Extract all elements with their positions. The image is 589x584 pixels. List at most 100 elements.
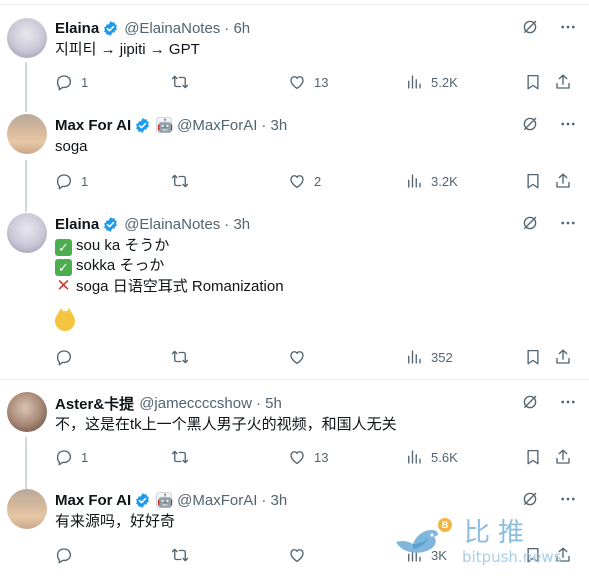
author-handle[interactable]: @MaxForAI <box>177 492 257 509</box>
tweet-4[interactable]: Aster&卡提 @jameccccshow · 5h 不，这是在tk上一个黑人… <box>0 381 589 487</box>
like-count: 2 <box>314 173 322 189</box>
share-button[interactable] <box>554 348 572 366</box>
tweet-text-line: ✓ sou ka そうか <box>55 236 581 256</box>
views-icon <box>405 546 423 564</box>
like-button[interactable]: 2 <box>288 172 321 190</box>
share-button[interactable] <box>554 546 572 564</box>
bookmark-button[interactable] <box>524 448 542 466</box>
like-button[interactable] <box>288 546 306 564</box>
more-icon[interactable] <box>559 115 577 133</box>
author-name[interactable]: Elaina <box>55 216 99 233</box>
like-button[interactable] <box>288 348 306 366</box>
author-name[interactable]: Aster&卡提 <box>55 393 134 414</box>
more-icon[interactable] <box>559 490 577 508</box>
bookmark-button[interactable] <box>524 546 542 564</box>
retweet-button[interactable] <box>171 448 189 466</box>
author-handle[interactable]: @ElainaNotes <box>124 216 220 233</box>
line-text: sou ka そうか <box>76 237 170 254</box>
tweet-time[interactable]: · 6h <box>224 20 250 37</box>
tweet-5[interactable]: Max For AI 🤖 @MaxForAI · 3h 有来源吗，好好奇 3K <box>0 477 589 584</box>
avatar[interactable] <box>7 213 47 253</box>
retweet-button[interactable] <box>171 348 189 366</box>
share-button[interactable] <box>554 73 572 91</box>
author-handle[interactable]: @MaxForAI <box>177 117 257 134</box>
thread-line <box>25 477 27 489</box>
like-button[interactable]: 13 <box>288 73 328 91</box>
reply-icon <box>55 348 73 366</box>
tweet-body: Aster&卡提 @jameccccshow · 5h 不，这是在tk上一个黑人… <box>55 393 581 435</box>
bookmark-icon <box>524 172 542 190</box>
tweet-2[interactable]: Max For AI 🤖 @MaxForAI · 3h soga 1 2 3.2… <box>0 102 589 208</box>
like-count: 13 <box>314 449 329 465</box>
tweet-1[interactable]: Elaina @ElainaNotes · 6h 지피티 → jipiti → … <box>0 12 589 112</box>
reply-count: 1 <box>81 449 89 465</box>
tweet-header: Max For AI 🤖 @MaxForAI · 3h <box>55 115 581 135</box>
views-icon <box>405 73 423 91</box>
views-button[interactable]: 3.2K <box>405 172 458 190</box>
verified-icon <box>134 117 151 134</box>
tweet-text: soga <box>55 137 581 157</box>
views-button[interactable]: 5.2K <box>405 73 458 91</box>
tweet-3[interactable]: Elaina @ElainaNotes · 3h ✓ sou ka そうか ✓ so… <box>0 200 589 380</box>
action-bar: 1 13 5.2K <box>55 73 589 93</box>
views-count: 3.2K <box>431 173 458 189</box>
grok-icon[interactable] <box>521 393 539 411</box>
reply-icon <box>55 448 73 466</box>
avatar[interactable] <box>7 114 47 154</box>
retweet-button[interactable] <box>171 546 189 564</box>
thread-line <box>25 102 27 110</box>
grok-icon[interactable] <box>521 18 539 36</box>
reply-icon <box>55 546 73 564</box>
reply-button[interactable]: 1 <box>55 172 88 190</box>
views-button[interactable]: 5.6K <box>405 448 458 466</box>
views-count: 352 <box>431 349 453 365</box>
retweet-button[interactable] <box>171 172 189 190</box>
tweet-time[interactable]: · 3h <box>224 216 250 233</box>
header-actions <box>521 490 577 508</box>
reply-icon <box>55 172 73 190</box>
heart-icon <box>288 348 306 366</box>
bookmark-icon <box>524 73 542 91</box>
header-actions <box>521 393 577 411</box>
more-icon[interactable] <box>559 393 577 411</box>
tweet-text-line: ✓ sokka そっか <box>55 256 581 276</box>
grok-icon[interactable] <box>521 115 539 133</box>
check-mark-icon: ✓ <box>55 239 72 256</box>
tweet-time[interactable]: · 3h <box>261 492 287 509</box>
reply-button[interactable]: 1 <box>55 448 88 466</box>
more-icon[interactable] <box>559 18 577 36</box>
tweet-text: 지피티 → jipiti → GPT <box>55 40 581 60</box>
share-button[interactable] <box>554 172 572 190</box>
retweet-button[interactable] <box>171 73 189 91</box>
views-button[interactable]: 352 <box>405 348 453 366</box>
affiliate-badge-icon: 🤖 <box>156 492 174 508</box>
tweet-time[interactable]: · 5h <box>256 395 282 412</box>
reply-button[interactable] <box>55 348 73 366</box>
like-button[interactable]: 13 <box>288 448 328 466</box>
avatar[interactable] <box>7 18 47 58</box>
bookmark-button[interactable] <box>524 348 542 366</box>
reply-button[interactable]: 1 <box>55 73 88 91</box>
tweet-header: Elaina @ElainaNotes · 3h <box>55 214 581 234</box>
views-button[interactable]: 3K <box>405 546 447 564</box>
grok-icon[interactable] <box>521 490 539 508</box>
author-name[interactable]: Elaina <box>55 20 99 37</box>
author-name[interactable]: Max For AI <box>55 492 131 509</box>
avatar[interactable] <box>7 489 47 529</box>
grok-icon[interactable] <box>521 214 539 232</box>
avatar[interactable] <box>7 392 47 432</box>
reply-button[interactable] <box>55 546 73 564</box>
author-handle[interactable]: @ElainaNotes <box>124 20 220 37</box>
tweet-text-line: 지피티 → jipiti → GPT <box>55 41 200 58</box>
tweet-time[interactable]: · 3h <box>261 117 287 134</box>
more-icon[interactable] <box>559 214 577 232</box>
author-name[interactable]: Max For AI <box>55 117 131 134</box>
bookmark-button[interactable] <box>524 172 542 190</box>
author-handle[interactable]: @jameccccshow <box>139 395 252 412</box>
tweet-text-line: soga <box>55 138 88 155</box>
bookmark-button[interactable] <box>524 73 542 91</box>
reply-count: 1 <box>81 173 89 189</box>
tweet-body: Elaina @ElainaNotes · 3h ✓ sou ka そうか ✓ so… <box>55 214 581 337</box>
line-text: sokka そっか <box>76 257 165 274</box>
share-button[interactable] <box>554 448 572 466</box>
